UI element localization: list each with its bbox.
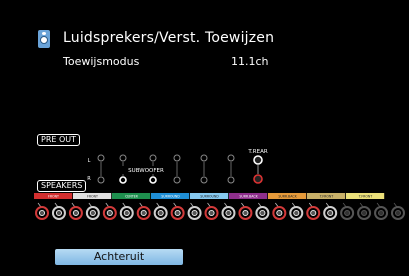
pre-out-left-label: L [88,158,91,164]
speaker-terminal [238,202,253,220]
channel-label: T.FRONT [319,195,334,199]
channel-label: SURROUND [200,195,219,199]
channel-color-bar: FRONT FRONT CENTER SURROUND SURROUND SURR.BAC… [34,193,385,199]
pre-out-jack-bottom [119,176,127,184]
speaker-terminal [357,202,372,220]
speaker-terminal [102,202,117,220]
speaker-terminal [289,202,304,220]
speaker-terminal [68,202,83,220]
pre-out-jack-top [119,154,127,162]
channel-label: FRONT [87,195,98,199]
trear-jack-right [253,174,263,184]
channel-label: SURR.BACK [239,195,258,199]
speaker-terminal [136,202,151,220]
pre-out-jack-top [173,154,181,162]
speaker-terminal [323,202,338,220]
speaker-terminal [187,202,202,220]
trear-jack-left [253,155,263,165]
speaker-terminal [340,202,355,220]
pre-out-jack-bottom [149,176,157,184]
channel-label: SURR.BACK [278,195,297,199]
pre-out-right-label: R [87,176,91,182]
speaker-assignment-screen: Luidsprekers/Verst. Toewijzen Toewijsmod… [0,0,409,276]
speaker-terminal [221,202,236,220]
pre-out-jack-bottom [227,176,235,184]
channel-label: T.FRONT [358,195,373,199]
pre-out-jack-bottom [173,176,181,184]
speaker-terminal [35,202,49,220]
terminal-diagram: L R SUBWOOFER T.REAR FRONT FRONT CENTER SUR… [34,149,405,220]
pre-out-jack-bottom [97,176,105,184]
channel-label: FRONT [48,195,59,199]
pre-out-jack-top [97,154,105,162]
speaker-terminals [35,202,405,220]
speaker-terminal [153,202,168,220]
speaker-terminal [391,202,405,220]
trear-label: T.REAR [247,149,268,155]
pre-out-jack-top [149,154,157,162]
speaker-terminal [255,202,270,220]
pre-out-jack-top [200,154,208,162]
speaker-terminal [374,202,389,220]
speaker-terminal [119,202,134,220]
pre-out-jack-bottom [200,176,208,184]
speaker-terminal [272,202,287,220]
pre-out-jack-top [227,154,235,162]
speaker-terminal [204,202,219,220]
back-button[interactable]: Achteruit [55,249,183,265]
speaker-terminal [51,202,66,220]
subwoofer-label: SUBWOOFER [128,168,164,174]
speaker-terminal [170,202,185,220]
speaker-terminal [306,202,321,220]
channel-label: SURROUND [161,195,180,199]
channel-label: CENTER [125,195,139,199]
speaker-terminal [85,202,100,220]
